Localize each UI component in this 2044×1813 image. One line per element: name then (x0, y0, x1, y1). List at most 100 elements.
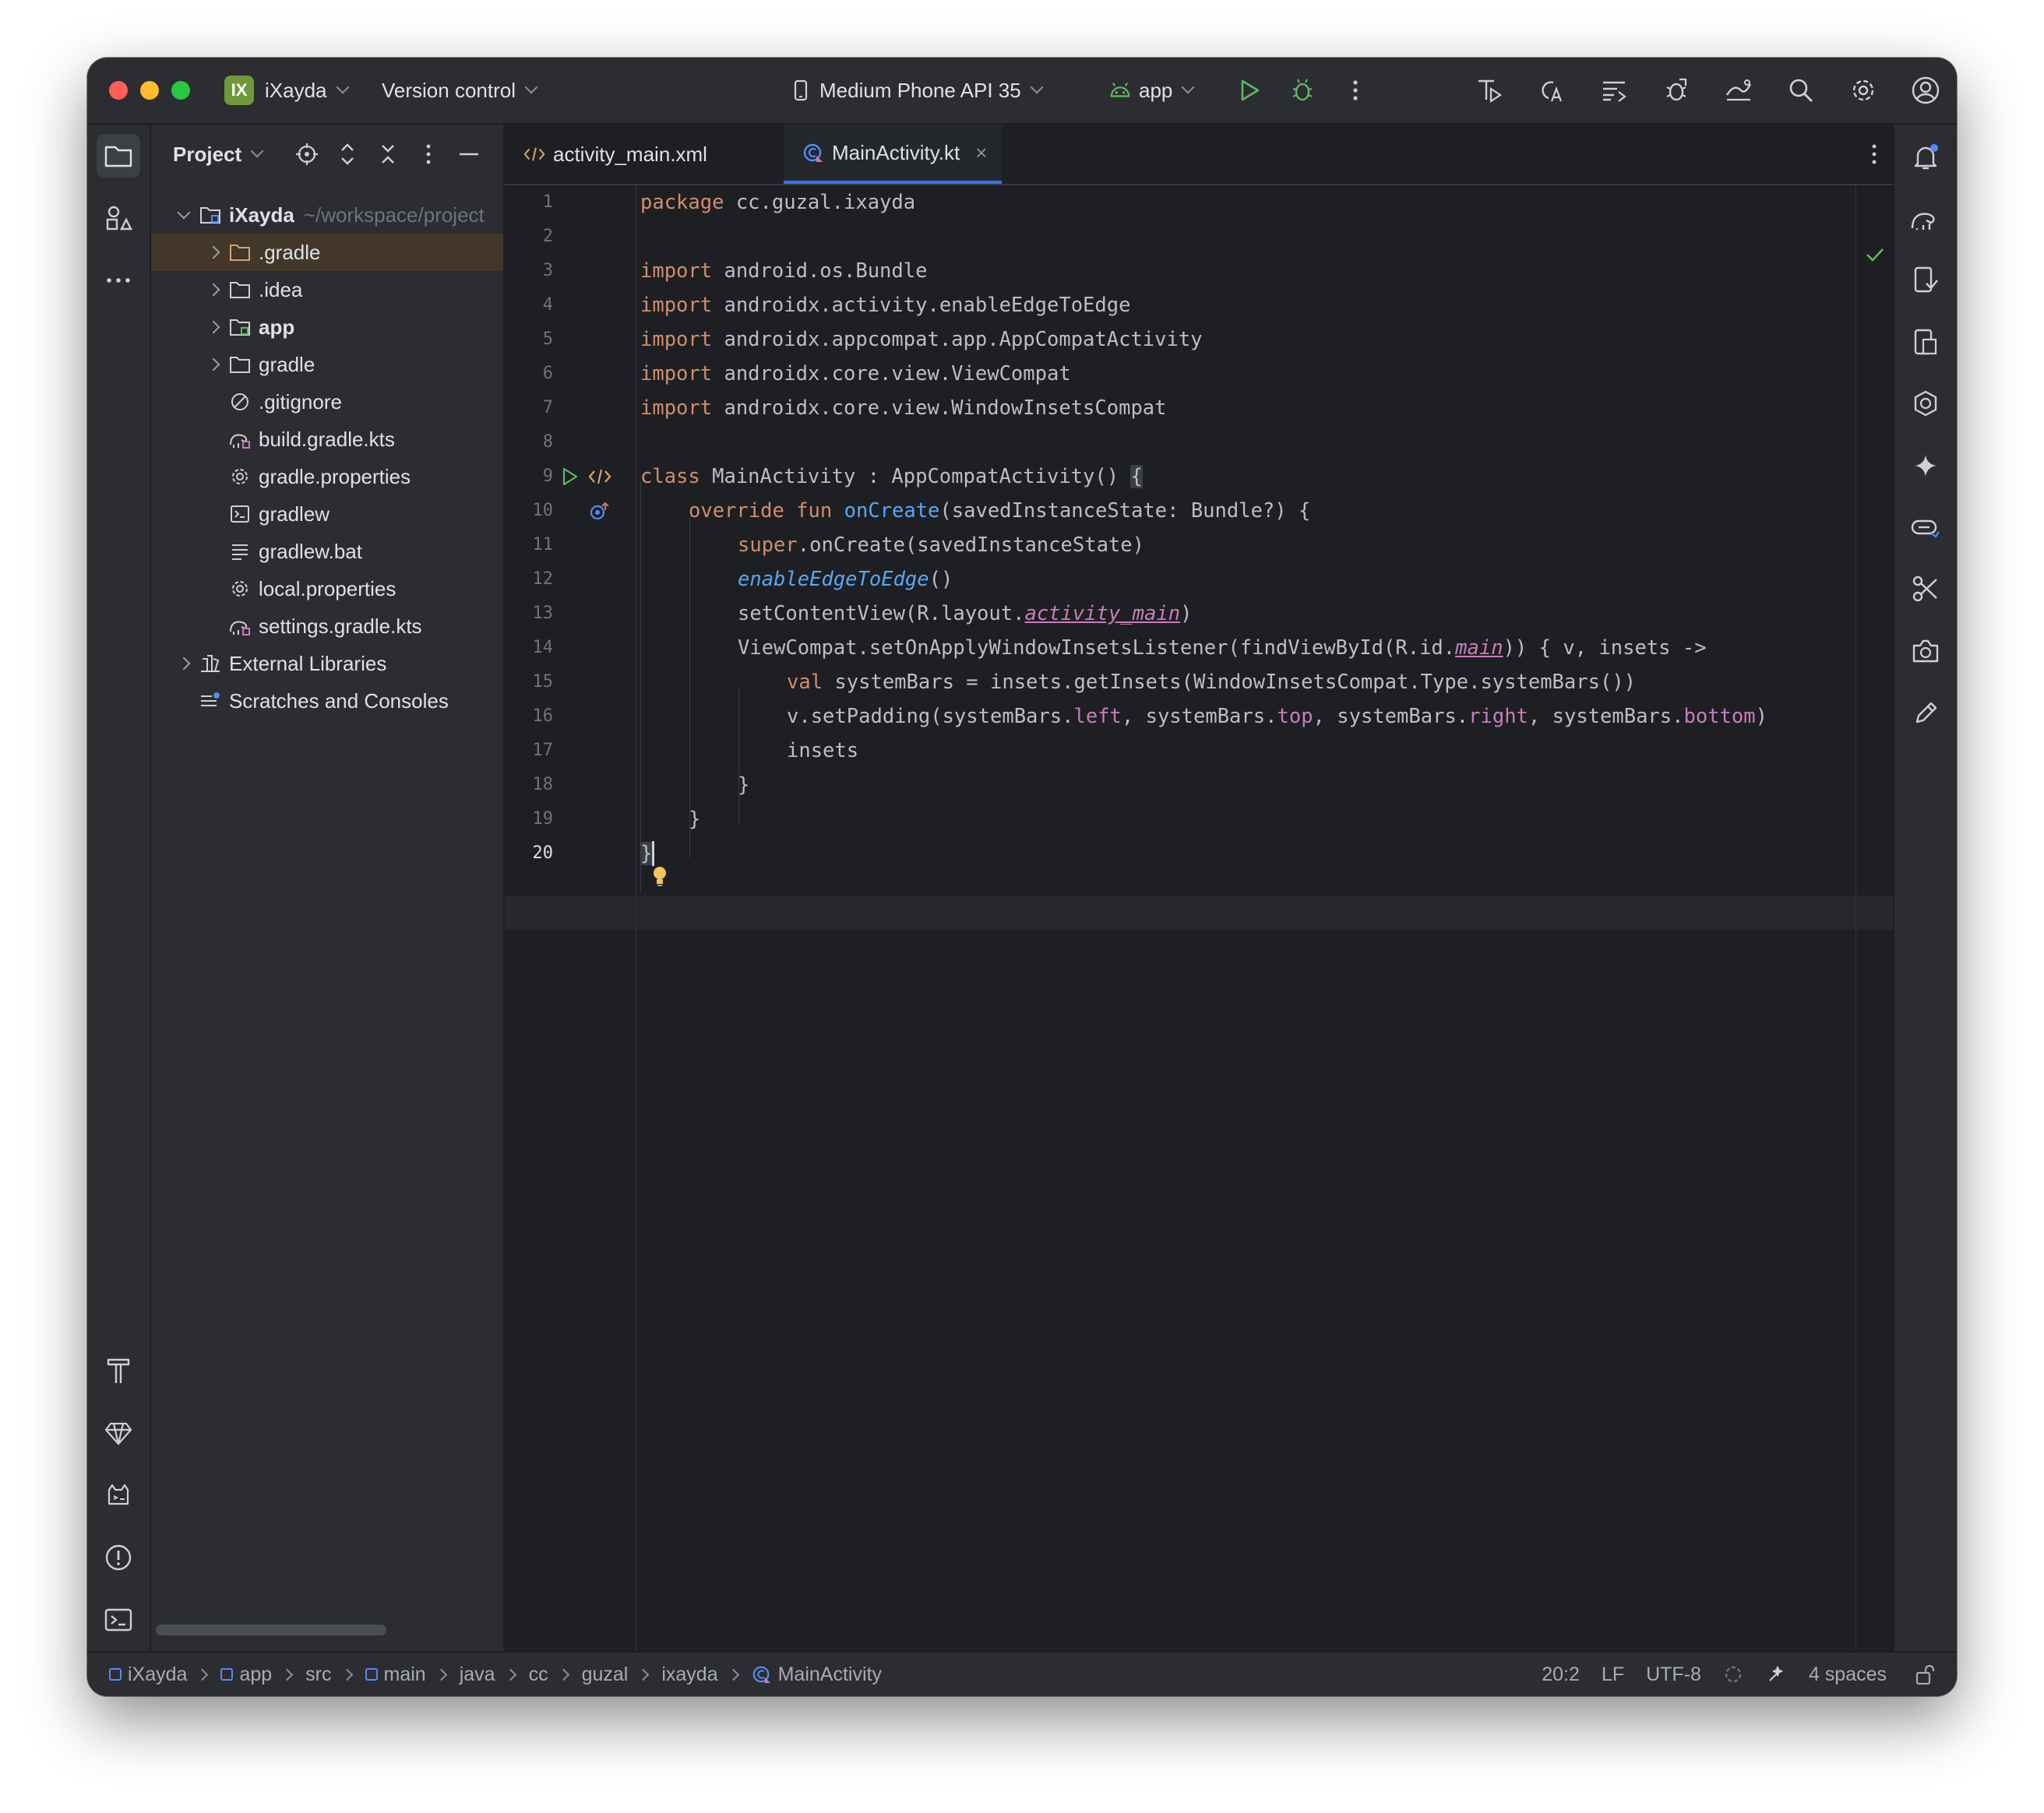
tree-item-idea[interactable]: .idea (151, 271, 503, 308)
code-tools-scissors-icon[interactable] (1904, 567, 1947, 611)
layout-xml-gutter-icon[interactable] (586, 459, 614, 494)
chevron-right-icon (340, 1668, 353, 1681)
no-problems-check-icon[interactable] (1863, 243, 1887, 266)
settings-gear-icon[interactable] (1846, 73, 1880, 107)
breadcrumb-item[interactable]: ixayda (661, 1663, 717, 1686)
line-number: 3 (542, 261, 553, 280)
vcs-menu[interactable]: Version control (382, 58, 538, 123)
device-manager-icon[interactable] (1904, 259, 1947, 302)
tree-item-external-libraries[interactable]: External Libraries (151, 645, 503, 682)
tab-main-activity-kt[interactable]: MainActivity.kt × (784, 125, 1002, 184)
right-tool-strip (1893, 125, 1957, 1659)
sync-status-icon[interactable] (1723, 1664, 1743, 1685)
tree-item-gradle-dir[interactable]: .gradle (151, 234, 503, 271)
project-switcher[interactable]: IX iXayda (224, 58, 349, 123)
debug-icon[interactable] (1285, 73, 1320, 107)
tree-root-ixayda[interactable]: iXayda ~/workspace/project (151, 196, 503, 234)
project-view-selector[interactable]: Project (173, 143, 264, 167)
app-quality-insights-icon[interactable] (1904, 382, 1947, 425)
run-icon[interactable] (1232, 73, 1267, 107)
code-area[interactable]: package cc.guzal.ixayda import android.o… (640, 185, 1824, 1659)
line-number: 13 (532, 604, 554, 623)
gradle-sync-icon[interactable] (1472, 73, 1507, 107)
profiler-icon[interactable] (1722, 73, 1756, 107)
right-margin-line (1855, 185, 1856, 1659)
resource-manager-icon[interactable] (97, 196, 140, 240)
hide-panel-icon[interactable] (453, 139, 485, 170)
horizontal-scrollbar[interactable] (156, 1625, 386, 1635)
tree-item-scratches[interactable]: Scratches and Consoles (151, 682, 503, 720)
breadcrumb-item[interactable]: src (305, 1663, 331, 1686)
caret-position[interactable]: 20:2 (1542, 1663, 1580, 1686)
device-explorer-icon[interactable] (1904, 321, 1947, 364)
run-config-selector[interactable]: app (1109, 58, 1195, 123)
tree-item-gradle-properties[interactable]: gradle.properties (151, 458, 503, 495)
line-separator[interactable]: LF (1602, 1663, 1624, 1686)
tree-item-app[interactable]: app (151, 308, 503, 346)
running-devices-icon[interactable] (1904, 506, 1947, 550)
translate-icon[interactable] (1535, 73, 1569, 107)
library-books-icon (199, 653, 221, 674)
override-gutter-icon[interactable] (586, 494, 614, 528)
intention-bulb-icon[interactable] (648, 863, 671, 889)
gemini-sparkle-icon[interactable] (1904, 444, 1947, 488)
project-tool-folder-icon[interactable] (97, 134, 140, 178)
indent-setting[interactable]: 4 spaces (1809, 1663, 1887, 1686)
minimize-window-button[interactable] (140, 81, 159, 100)
tab-options-kebab-icon[interactable] (1859, 139, 1890, 170)
layout-inspector-icon[interactable] (1597, 73, 1631, 107)
breadcrumb-item[interactable]: MainActivity (752, 1663, 882, 1686)
notifications-bell-icon[interactable] (1904, 136, 1947, 179)
locate-crosshair-icon[interactable] (291, 139, 322, 170)
tree-item-gradlew[interactable]: gradlew (151, 495, 503, 533)
device-selector[interactable]: Medium Phone API 35 (790, 58, 1044, 123)
line-number: 18 (532, 775, 554, 794)
root-path: ~/workspace/project (303, 202, 485, 227)
gemini-diamond-icon[interactable] (97, 1411, 140, 1455)
close-tab-icon[interactable]: × (975, 141, 987, 165)
breadcrumb-item[interactable]: iXayda (109, 1663, 187, 1686)
options-kebab-icon[interactable] (413, 139, 444, 170)
build-hammer-icon[interactable] (97, 1349, 140, 1392)
terminal-icon[interactable] (97, 1598, 140, 1642)
tree-item-gitignore[interactable]: .gitignore (151, 383, 503, 421)
file-encoding[interactable]: UTF-8 (1646, 1663, 1701, 1686)
search-icon[interactable] (1784, 73, 1818, 107)
logcat-icon[interactable] (97, 1473, 140, 1517)
close-window-button[interactable] (109, 81, 128, 100)
tree-item-build-gradle[interactable]: build.gradle.kts (151, 421, 503, 458)
tree-item-settings-gradle[interactable]: settings.gradle.kts (151, 607, 503, 645)
collapse-all-icon[interactable] (372, 139, 404, 170)
breadcrumb-item[interactable]: app (220, 1663, 272, 1686)
expand-all-icon[interactable] (332, 139, 363, 170)
line-number: 20 (532, 843, 554, 863)
ai-assist-icon[interactable] (1765, 1663, 1787, 1685)
tree-item-local-properties[interactable]: local.properties (151, 570, 503, 607)
more-tools-icon[interactable] (97, 259, 140, 302)
gradle-tool-icon[interactable] (1904, 198, 1947, 241)
problems-icon[interactable] (97, 1536, 140, 1579)
run-gutter-icon[interactable] (558, 459, 583, 494)
lock-icon[interactable] (1915, 1663, 1935, 1685)
zoom-window-button[interactable] (171, 81, 190, 100)
more-actions-icon[interactable] (1338, 73, 1373, 107)
breadcrumb-item[interactable]: cc (529, 1663, 548, 1686)
code-line-19: } (689, 808, 701, 831)
tree-item-gradlew-bat[interactable]: gradlew.bat (151, 533, 503, 570)
tab-activity-main-xml[interactable]: activity_main.xml (523, 125, 707, 184)
edit-pencil-icon[interactable] (1904, 692, 1947, 735)
emulator-icon[interactable] (1904, 629, 1947, 673)
line-number: 10 (532, 501, 554, 520)
breadcrumb-item[interactable]: java (460, 1663, 495, 1686)
line-number-gutter: 1 2 3 4 5 6 7 8 9 10 11 12 13 14 15 16 1… (505, 185, 637, 1659)
breadcrumb-item[interactable]: main (365, 1663, 426, 1686)
android-icon (1109, 79, 1131, 101)
tree-item-gradle[interactable]: gradle (151, 346, 503, 383)
account-icon[interactable] (1908, 73, 1943, 107)
app-inspection-icon[interactable] (1659, 73, 1693, 107)
code-line-6: import androidx.core.view.ViewCompat (640, 362, 1071, 385)
breadcrumb-item[interactable]: guzal (582, 1663, 629, 1686)
tree-item-label: settings.gradle.kts (259, 614, 422, 638)
tree-item-label: app (259, 315, 295, 339)
code-line-1: package cc.guzal.ixayda (640, 191, 916, 214)
